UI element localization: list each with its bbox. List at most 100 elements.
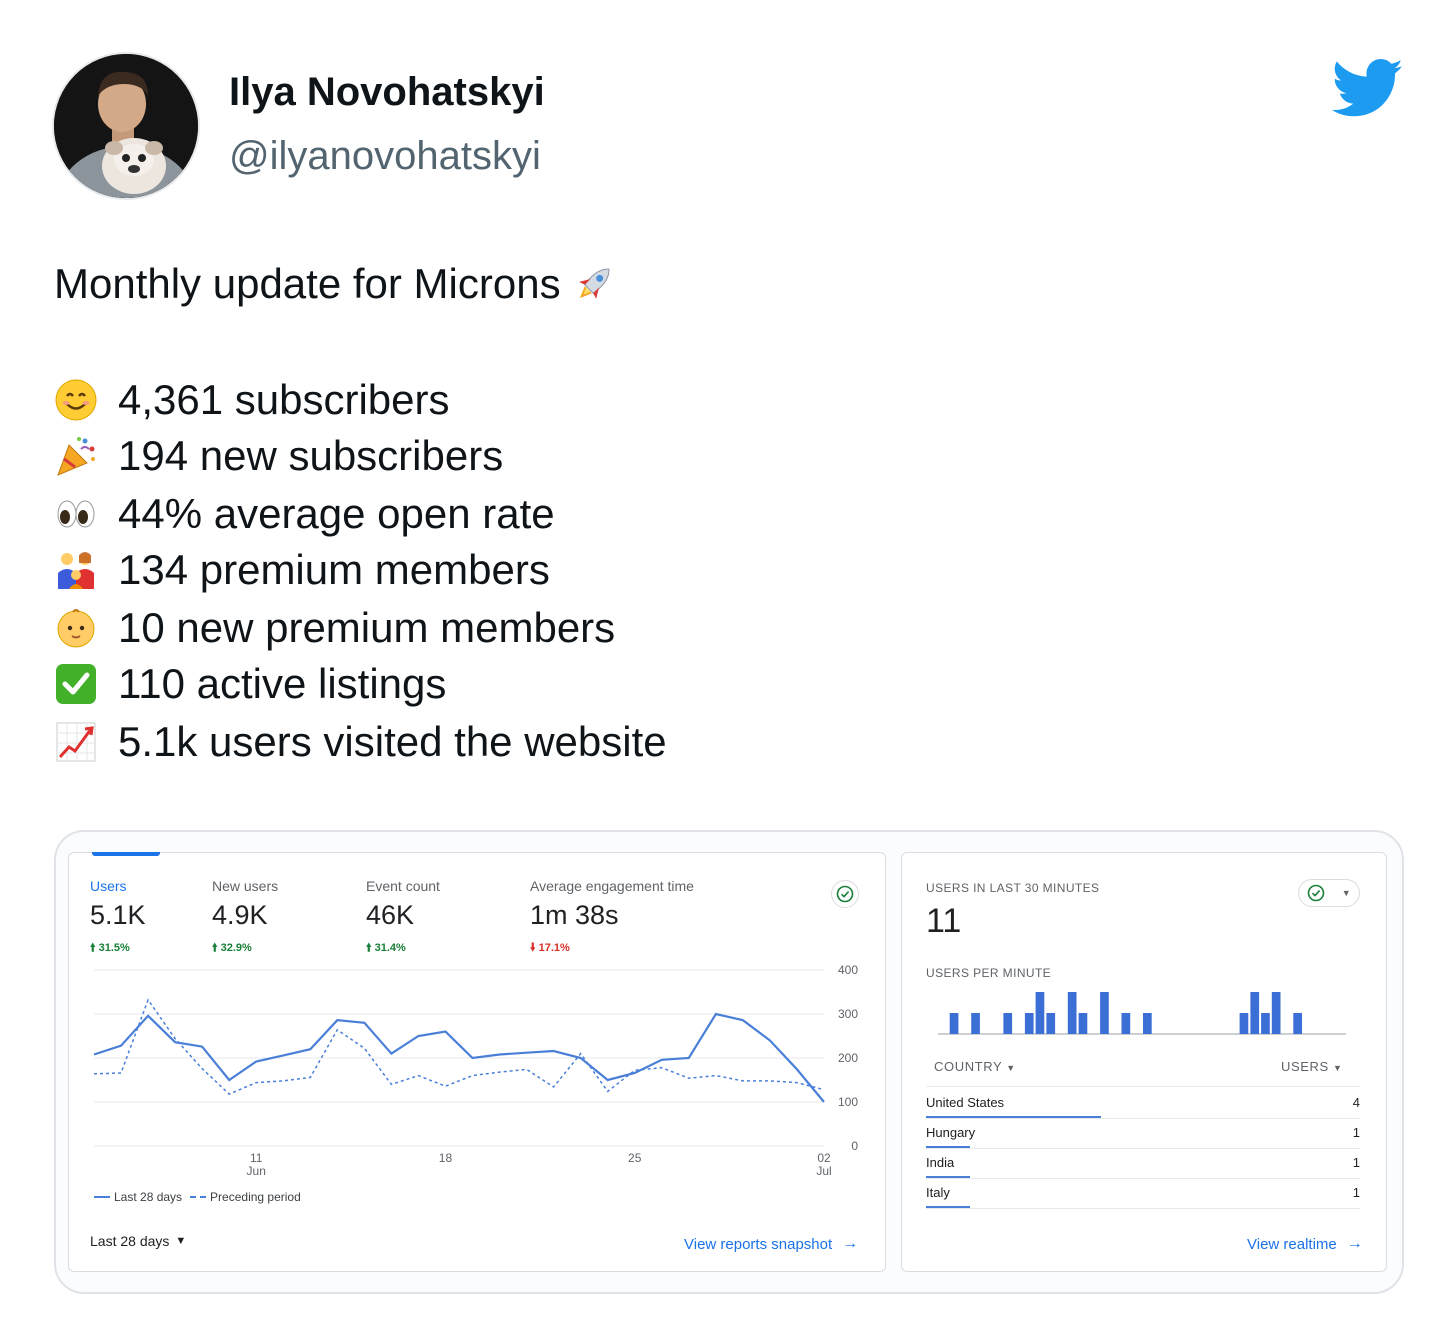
minute-bar: [1046, 1013, 1056, 1034]
check-mark-button-emoji-icon: [54, 662, 98, 706]
users-per-minute-chart: [938, 992, 1346, 1035]
stat-item-open-rate: 44% average open rate: [54, 488, 555, 540]
view-realtime-label: View realtime: [1247, 1235, 1337, 1253]
minute-bar: [971, 1013, 980, 1034]
metric-label-users[interactable]: Users: [90, 878, 127, 894]
y-tick-label: 0: [851, 1139, 858, 1153]
arrow-down-icon: 🠛: [530, 942, 536, 954]
rocket-emoji-icon: [578, 268, 609, 299]
legend-current: Last 28 days: [114, 1190, 183, 1204]
country-name[interactable]: United States: [926, 1095, 1004, 1110]
x-tick-month-label: Jun: [247, 1164, 266, 1178]
minute-bar: [949, 1013, 959, 1034]
metric-label-engagement-time[interactable]: Average engagement time: [530, 878, 694, 894]
minute-bar: [1143, 1013, 1152, 1034]
twitter-bird-icon[interactable]: [1331, 58, 1404, 122]
arrow-right-icon: →: [842, 1235, 859, 1252]
stat-text: 4,361 subscribers: [118, 376, 450, 423]
stat-item-new-premium-members: 10 new premium members: [54, 602, 615, 654]
date-range-selector[interactable]: Last 28 days ▼: [90, 1233, 186, 1249]
caret-down-icon: ▼: [175, 1235, 187, 1247]
legend-previous: Preceding period: [210, 1190, 301, 1204]
y-tick-label: 200: [838, 1051, 858, 1065]
stat-item-subscribers: 4,361 subscribers: [54, 374, 450, 426]
minute-bar: [1261, 1013, 1270, 1034]
country-user-count: 4: [1352, 1095, 1360, 1110]
table-row-divider: [926, 1118, 1360, 1119]
stat-text: 194 new subscribers: [118, 432, 504, 479]
author-handle[interactable]: @ilyanovohatskyi: [229, 134, 541, 179]
stat-item-website-users: 5.1k users visited the website: [54, 716, 667, 768]
metric-value-engagement-time: 1m 38s: [530, 900, 619, 930]
minute-bar: [1100, 992, 1109, 1034]
baby-emoji-icon: [54, 606, 98, 650]
chart-increasing-emoji-icon: [54, 720, 98, 764]
metric-delta-engagement-time: 🠛 17.1%: [530, 942, 570, 954]
country-user-count: 1: [1352, 1155, 1360, 1170]
users-line-chart: 400 300 200 100 0 11Jun 18 25 02Jul: [93, 963, 858, 1178]
date-range-label: Last 28 days: [90, 1233, 170, 1249]
realtime-user-count: 11: [926, 902, 962, 940]
table-row-divider: [926, 1208, 1360, 1209]
metric-label-new-users[interactable]: New users: [212, 878, 278, 894]
users-column-header[interactable]: USERS ▼: [1281, 1059, 1343, 1074]
stat-text: 44% average open rate: [118, 490, 555, 537]
y-tick-label: 400: [838, 963, 858, 977]
view-reports-snapshot-label: View reports snapshot: [684, 1235, 833, 1253]
minute-bar: [1250, 992, 1260, 1034]
stat-item-new-subscribers: 194 new subscribers: [54, 430, 503, 482]
minute-bar: [1121, 1013, 1131, 1034]
minute-bar: [1067, 992, 1077, 1034]
stat-text: 5.1k users visited the website: [118, 718, 667, 765]
minute-bar: [1078, 1013, 1088, 1034]
users-per-minute-label: USERS PER MINUTE: [926, 966, 1052, 980]
smiling-face-emoji-icon: [54, 378, 98, 422]
country-name[interactable]: Italy: [926, 1185, 950, 1200]
metric-label-event-count[interactable]: Event count: [366, 878, 440, 894]
table-divider: [926, 1086, 1360, 1087]
stat-text: 110 active listings: [118, 660, 447, 707]
table-row-divider: [926, 1178, 1360, 1179]
check-circle-icon: [1307, 884, 1325, 902]
stat-text: 134 premium members: [118, 546, 550, 593]
country-user-count: 1: [1352, 1185, 1360, 1200]
caret-down-icon: ▼: [1006, 1063, 1016, 1073]
caret-down-icon: ▼: [1341, 888, 1351, 898]
realtime-title: USERS IN LAST 30 MINUTES: [926, 881, 1100, 895]
x-tick-label: 18: [439, 1151, 453, 1165]
x-tick-label: 25: [628, 1151, 642, 1165]
metric-delta-users: 🠙 31.5%: [90, 942, 130, 954]
minute-bar: [1035, 992, 1045, 1034]
legend-solid-swatch: [94, 1196, 110, 1198]
tweet-title: Monthly update for Microns: [54, 260, 617, 308]
author-name[interactable]: Ilya Novohatskyi: [229, 70, 545, 115]
arrow-right-icon: →: [1346, 1235, 1363, 1252]
minute-bar: [1003, 1013, 1013, 1034]
view-realtime-link[interactable]: View realtime →: [1247, 1235, 1363, 1253]
avatar-photo: [54, 54, 198, 198]
x-tick-label: 11: [250, 1151, 263, 1165]
metric-delta-new-users: 🠙 32.9%: [212, 942, 252, 954]
data-quality-check-icon[interactable]: [831, 880, 859, 908]
y-tick-label: 300: [838, 1007, 858, 1021]
active-tab-indicator: [92, 852, 160, 856]
realtime-status-dropdown[interactable]: ▼: [1298, 879, 1360, 907]
metric-value-event-count: 46K: [366, 900, 415, 930]
arrow-up-icon: 🠙: [90, 942, 96, 954]
minute-bar: [1239, 1013, 1249, 1034]
family-emoji-icon: [54, 548, 98, 592]
x-tick-month-label: Jul: [816, 1164, 831, 1178]
metric-delta-event-count: 🠙 31.4%: [366, 942, 406, 954]
view-reports-snapshot-link[interactable]: View reports snapshot →: [684, 1235, 858, 1253]
stat-item-active-listings: 110 active listings: [54, 658, 446, 710]
table-row-divider: [926, 1148, 1360, 1149]
country-name[interactable]: Hungary: [926, 1125, 975, 1140]
country-column-header[interactable]: COUNTRY ▼: [934, 1059, 1016, 1074]
country-name[interactable]: India: [926, 1155, 954, 1170]
caret-down-icon: ▼: [1333, 1063, 1343, 1073]
author-avatar[interactable]: [54, 54, 198, 198]
minute-bar: [1293, 1013, 1302, 1034]
eyes-emoji-icon: [54, 492, 98, 536]
chart-legend: Last 28 days Preceding period: [94, 1190, 301, 1204]
arrow-up-icon: 🠙: [366, 942, 372, 954]
